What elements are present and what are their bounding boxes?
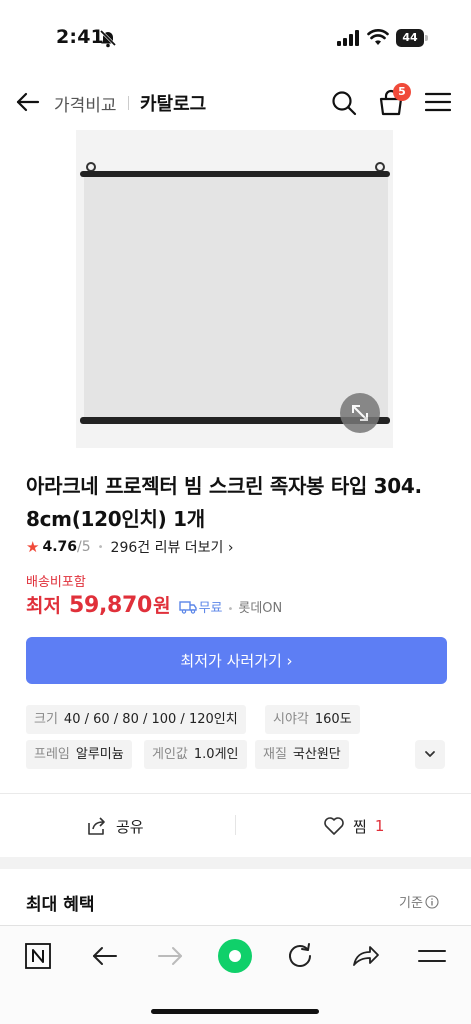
bell-off-icon bbox=[99, 29, 117, 48]
expand-icon bbox=[352, 405, 368, 421]
rating-max: /5 bbox=[77, 539, 91, 555]
section-gap bbox=[0, 857, 471, 869]
product-title: 아라크네 프로젝터 빔 스크린 족자봉 타입 304. 8cm(120인치) 1… bbox=[26, 474, 422, 531]
price-value: 59,870 bbox=[68, 593, 153, 618]
dot-separator: • bbox=[97, 541, 104, 553]
refresh-icon[interactable] bbox=[285, 941, 315, 971]
benefits-title: 최대 혜택 bbox=[26, 895, 95, 915]
shipping-note: 배송비포함 bbox=[26, 575, 86, 590]
status-time: 2:41 bbox=[56, 26, 105, 48]
benefits-standard[interactable]: 기준 bbox=[399, 892, 439, 911]
green-home-icon[interactable] bbox=[217, 938, 253, 974]
delivery-fee: 무료 bbox=[198, 601, 223, 616]
spec-value: 알루미늄 bbox=[75, 747, 124, 762]
share-label: 공유 bbox=[116, 817, 144, 836]
share-button[interactable]: 공유 bbox=[86, 812, 144, 840]
rating-value: 4.76 bbox=[42, 539, 77, 555]
divider bbox=[0, 793, 471, 794]
expand-image-button[interactable] bbox=[340, 393, 380, 433]
signal-icon bbox=[337, 30, 359, 46]
seller-name: 롯데ON bbox=[238, 601, 283, 616]
back-arrow-icon[interactable] bbox=[14, 88, 42, 116]
spec-key: 재질 bbox=[263, 747, 287, 762]
spec-key: 시야각 bbox=[273, 712, 309, 727]
search-icon[interactable] bbox=[330, 89, 358, 117]
buy-lowest-price-button[interactable]: 최저가 사러가기 › bbox=[26, 637, 447, 684]
price-prefix: 최저 bbox=[26, 595, 61, 617]
info-icon bbox=[425, 894, 439, 909]
spec-key: 프레임 bbox=[34, 747, 70, 762]
spec-expand-button[interactable] bbox=[415, 740, 445, 769]
spec-chip-frame: 프레임 알루미늄 bbox=[26, 740, 132, 769]
price-unit: 원 bbox=[153, 595, 171, 617]
dot-separator: • bbox=[227, 604, 234, 615]
spec-value: 40 / 60 / 80 / 100 / 120인치 bbox=[63, 712, 238, 727]
battery-icon: 44 bbox=[396, 29, 428, 47]
hamburger-menu-icon[interactable] bbox=[425, 91, 451, 113]
naver-n-icon[interactable] bbox=[24, 941, 54, 971]
rating-row: ★ 4.76 /5 • 296건 리뷰 더보기 › bbox=[26, 537, 233, 557]
chevron-down-icon bbox=[425, 751, 435, 757]
reviews-link[interactable]: 296건 리뷰 더보기 › bbox=[111, 537, 234, 557]
status-bar: 2:41 44 bbox=[0, 0, 471, 70]
spec-key: 크기 bbox=[34, 712, 58, 727]
header-divider bbox=[128, 96, 129, 110]
share-icon bbox=[88, 817, 105, 835]
spec-chip-material: 재질 국산원단 bbox=[255, 740, 349, 769]
star-icon: ★ bbox=[26, 538, 40, 556]
spec-key: 게인값 bbox=[152, 747, 188, 762]
like-count: 1 bbox=[374, 817, 385, 835]
page-title: 카탈로그 bbox=[140, 94, 207, 115]
battery-level: 44 bbox=[402, 31, 418, 44]
divider bbox=[235, 815, 236, 835]
spec-value: 1.0게인 bbox=[193, 747, 239, 762]
spec-value: 국산원단 bbox=[292, 747, 341, 762]
like-button[interactable]: 찜 1 bbox=[323, 812, 384, 840]
spec-chip-gain: 게인값 1.0게인 bbox=[144, 740, 247, 769]
cart-count-badge: 5 bbox=[393, 83, 411, 101]
heart-icon bbox=[324, 817, 344, 835]
app-header: 가격비교 카탈로그 5 bbox=[0, 76, 471, 128]
benefits-standard-label: 기준 bbox=[399, 896, 423, 911]
home-indicator bbox=[151, 1009, 319, 1014]
like-label: 찜 bbox=[353, 817, 367, 836]
share-icon[interactable] bbox=[351, 941, 381, 971]
spec-value: 160도 bbox=[314, 712, 352, 727]
price-row: 최저 59,870 원 무료 • 롯데ON bbox=[26, 591, 282, 619]
menu-icon[interactable] bbox=[417, 941, 447, 971]
back-icon[interactable] bbox=[90, 941, 120, 971]
forward-icon[interactable] bbox=[155, 941, 185, 971]
wifi-icon bbox=[367, 29, 389, 45]
spec-chip-viewing-angle: 시야각 160도 bbox=[265, 705, 360, 734]
browser-bottom-bar bbox=[0, 925, 471, 1024]
delivery-truck-icon bbox=[178, 601, 197, 614]
spec-chip-size: 크기 40 / 60 / 80 / 100 / 120인치 bbox=[26, 705, 246, 734]
header-subtitle[interactable]: 가격비교 bbox=[54, 91, 117, 116]
